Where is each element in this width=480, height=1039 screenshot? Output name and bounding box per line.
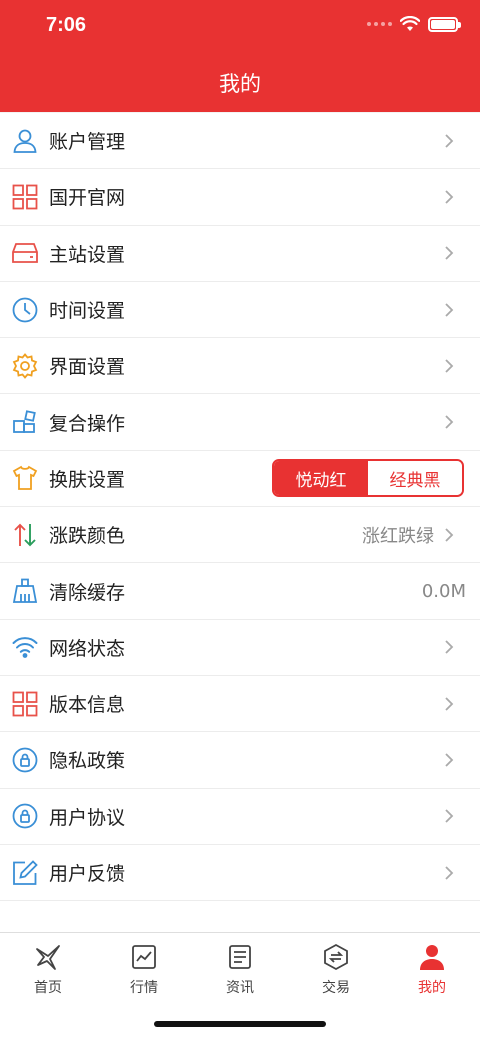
menu-item-label: 用户协议 [49, 806, 126, 829]
profile-icon [420, 945, 444, 970]
menu-item-label: 界面设置 [49, 356, 126, 379]
chevron-right-icon [445, 753, 454, 767]
grid-icon [12, 184, 38, 210]
settings-list: 账户管理 国开官网 主站设置 时间设置 界面设置 复合操作 换肤设置 悦动红 经… [0, 113, 480, 934]
shirt-icon [12, 465, 38, 491]
wifi-icon [12, 634, 38, 660]
menu-item-label: 主站设置 [49, 243, 126, 266]
menu-item-main-station[interactable]: 主站设置 [0, 226, 480, 282]
menu-item-label: 账户管理 [49, 131, 126, 154]
lock-icon [12, 747, 38, 773]
chevron-right-icon [445, 415, 454, 429]
chevron-right-icon [445, 865, 454, 880]
tab-trade[interactable]: 交易 [288, 933, 384, 1005]
chevron-right-icon [445, 640, 454, 654]
tab-news[interactable]: 资讯 [192, 933, 288, 1005]
menu-item-label: 复合操作 [49, 412, 126, 435]
page-title: 我的 [219, 72, 261, 96]
tab-label: 行情 [130, 980, 158, 996]
chevron-right-icon [445, 528, 454, 542]
menu-item-label: 版本信息 [49, 694, 126, 717]
broom-icon [12, 578, 38, 604]
chevron-right-icon [445, 246, 454, 260]
menu-item-user-feedback[interactable]: 用户反馈 [0, 845, 480, 902]
tab-label: 我的 [418, 980, 446, 996]
tab-home[interactable]: 首页 [0, 933, 96, 1005]
top-bar: 7:06 我的 [0, 0, 480, 112]
lock-icon [12, 803, 38, 829]
tab-label: 交易 [322, 980, 350, 996]
tab-profile[interactable]: 我的 [384, 933, 480, 1005]
tab-market[interactable]: 行情 [96, 933, 192, 1005]
user-icon [12, 128, 38, 154]
blocks-icon [12, 409, 38, 435]
status-icons [367, 16, 461, 32]
skin-option-red[interactable]: 悦动红 [274, 461, 368, 496]
chart-icon [132, 945, 156, 969]
chevron-right-icon [445, 134, 454, 148]
menu-item-interface-settings[interactable]: 界面设置 [0, 338, 480, 395]
menu-item-label: 换肤设置 [49, 468, 126, 491]
menu-item-label: 涨跌颜色 [49, 525, 126, 548]
gear-icon [12, 352, 38, 379]
menu-item-label: 隐私政策 [49, 750, 126, 773]
menu-item-label: 用户反馈 [49, 863, 126, 885]
menu-item-label: 清除缓存 [49, 581, 126, 604]
battery-icon [428, 16, 461, 32]
menu-item-user-agreement[interactable]: 用户协议 [0, 789, 480, 845]
list-footer-spacer [0, 901, 480, 934]
status-time: 7:06 [46, 14, 87, 36]
news-icon [229, 945, 251, 969]
menu-item-price-color[interactable]: 涨跌颜色 涨红跌绿 [0, 507, 480, 564]
clock-icon [12, 297, 38, 323]
menu-item-account[interactable]: 账户管理 [0, 113, 480, 170]
menu-item-label: 时间设置 [49, 300, 126, 323]
tab-label: 资讯 [226, 980, 254, 996]
skin-option-black[interactable]: 经典黑 [368, 461, 462, 496]
chevron-right-icon [445, 696, 454, 711]
menu-item-composite-operation[interactable]: 复合操作 [0, 394, 480, 451]
edit-icon [12, 859, 38, 886]
home-indicator [154, 1021, 326, 1027]
chevron-right-icon [445, 302, 454, 317]
menu-item-skin-settings: 换肤设置 悦动红 经典黑 [0, 451, 480, 508]
trade-icon [324, 943, 348, 971]
updown-icon [12, 522, 38, 548]
cache-size-value: 0.0M [421, 580, 466, 602]
menu-item-label: 国开官网 [49, 187, 126, 210]
menu-item-official-site[interactable]: 国开官网 [0, 169, 480, 226]
chevron-right-icon [445, 190, 454, 204]
server-icon [12, 240, 38, 266]
home-icon [36, 945, 60, 970]
skin-toggle: 悦动红 经典黑 [272, 459, 464, 498]
chevron-right-icon [445, 359, 454, 373]
menu-item-network-status[interactable]: 网络状态 [0, 620, 480, 676]
menu-item-time-settings[interactable]: 时间设置 [0, 282, 480, 339]
menu-item-privacy-policy[interactable]: 隐私政策 [0, 732, 480, 789]
menu-item-label: 网络状态 [49, 637, 126, 660]
grid-icon [12, 691, 38, 717]
tab-label: 首页 [34, 980, 62, 996]
menu-item-clear-cache[interactable]: 清除缓存 0.0M [0, 563, 480, 620]
menu-item-version-info[interactable]: 版本信息 [0, 676, 480, 733]
wifi-status-icon [400, 16, 420, 31]
chevron-right-icon [445, 809, 454, 823]
price-color-value: 涨红跌绿 [362, 525, 434, 547]
signal-icon [367, 22, 392, 26]
